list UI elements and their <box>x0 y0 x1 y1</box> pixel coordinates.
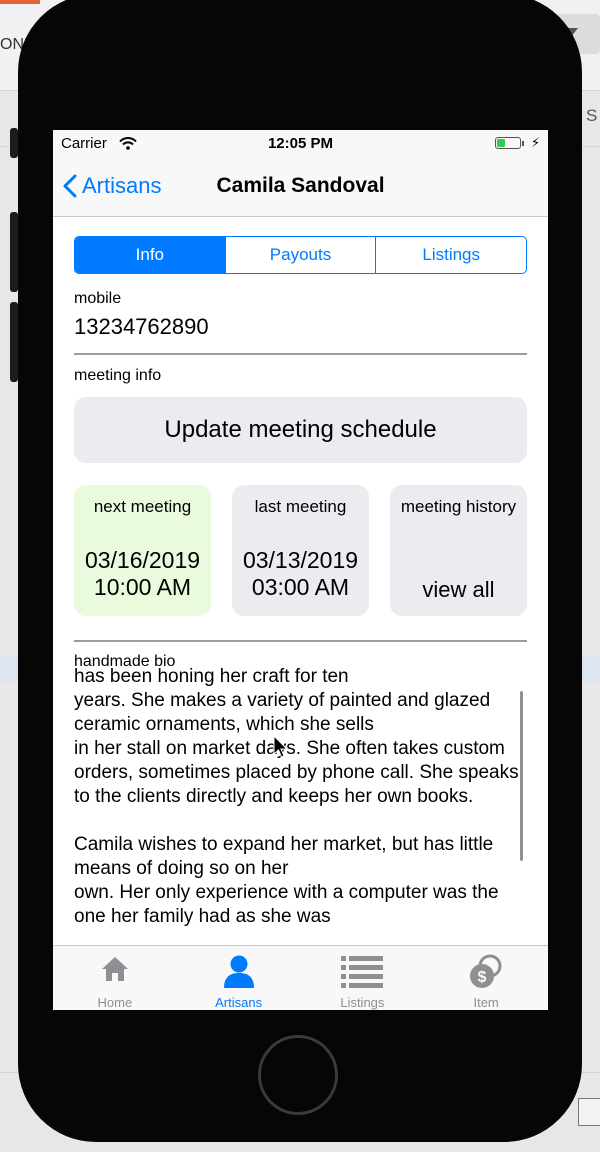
battery-icon <box>495 137 521 149</box>
scroll-indicator[interactable] <box>520 691 523 861</box>
volume-down-button <box>10 302 18 382</box>
mouse-pointer-icon <box>273 734 289 764</box>
mobile-label: mobile <box>74 290 122 307</box>
home-button[interactable] <box>258 1035 338 1115</box>
meeting-history-title: meeting history <box>400 497 517 516</box>
meeting-history-card[interactable]: meeting history view all <box>390 485 527 616</box>
last-meeting-time: 03:00 AM <box>251 574 350 600</box>
tab-listings-label: Listings <box>340 995 385 1010</box>
last-meeting-card: last meeting 03/13/2019 03:00 AM <box>232 485 369 616</box>
status-time: 12:05 PM <box>267 135 334 152</box>
navigation-bar: Artisans Camila Sandoval <box>53 158 548 217</box>
phone-screen: Carrier 12:05 PM ⚡ Artisans Camila Sando… <box>53 130 548 1010</box>
next-meeting-title: next meeting <box>93 497 192 516</box>
home-icon <box>53 954 177 990</box>
tab-bar: Home Artisans Listings $ Item <box>53 945 548 1010</box>
status-bar: Carrier 12:05 PM ⚡ <box>53 130 548 158</box>
charging-icon: ⚡ <box>531 135 541 150</box>
bio-text[interactable]: has been honing her craft for ten years.… <box>74 665 519 947</box>
segment-listings[interactable]: Listings <box>376 237 526 273</box>
tab-home-label: Home <box>97 995 133 1010</box>
next-meeting-time: 10:00 AM <box>93 574 192 600</box>
section-divider <box>74 353 527 355</box>
list-icon <box>301 954 425 990</box>
segment-info[interactable]: Info <box>75 237 226 273</box>
mute-switch <box>10 128 18 158</box>
background-side-letter: S <box>586 106 598 125</box>
next-meeting-date: 03/16/2019 <box>84 547 201 573</box>
mobile-value: 13234762890 <box>74 314 209 339</box>
coins-icon: $ <box>424 954 548 990</box>
segment-payouts[interactable]: Payouts <box>226 237 377 273</box>
tab-home[interactable]: Home <box>53 946 177 1010</box>
tab-artisans-label: Artisans <box>215 995 263 1010</box>
battery-tip <box>522 141 524 146</box>
svg-text:$: $ <box>478 969 487 986</box>
next-meeting-card: next meeting 03/16/2019 10:00 AM <box>74 485 211 616</box>
page-title: Camila Sandoval <box>216 174 385 197</box>
tab-item[interactable]: $ Item <box>424 946 548 1010</box>
volume-up-button <box>10 212 18 292</box>
meeting-info-label: meeting info <box>74 367 162 384</box>
section-divider <box>74 640 527 642</box>
background-grid-icon[interactable] <box>578 1098 600 1126</box>
next-meeting-datetime: 03/16/2019 10:00 AM <box>74 547 211 601</box>
person-icon <box>177 954 301 990</box>
last-meeting-title: last meeting <box>254 497 347 516</box>
update-meeting-button[interactable]: Update meeting schedule <box>74 397 527 463</box>
tab-artisans[interactable]: Artisans <box>177 946 301 1010</box>
segmented-control: Info Payouts Listings <box>74 236 527 274</box>
battery-level <box>497 139 505 147</box>
background-accent-strip <box>0 0 40 4</box>
view-all-link[interactable]: view all <box>390 577 527 603</box>
tab-listings[interactable]: Listings <box>301 946 425 1010</box>
tab-item-label: Item <box>473 995 499 1010</box>
last-meeting-datetime: 03/13/2019 03:00 AM <box>232 547 369 601</box>
last-meeting-date: 03/13/2019 <box>242 547 359 573</box>
